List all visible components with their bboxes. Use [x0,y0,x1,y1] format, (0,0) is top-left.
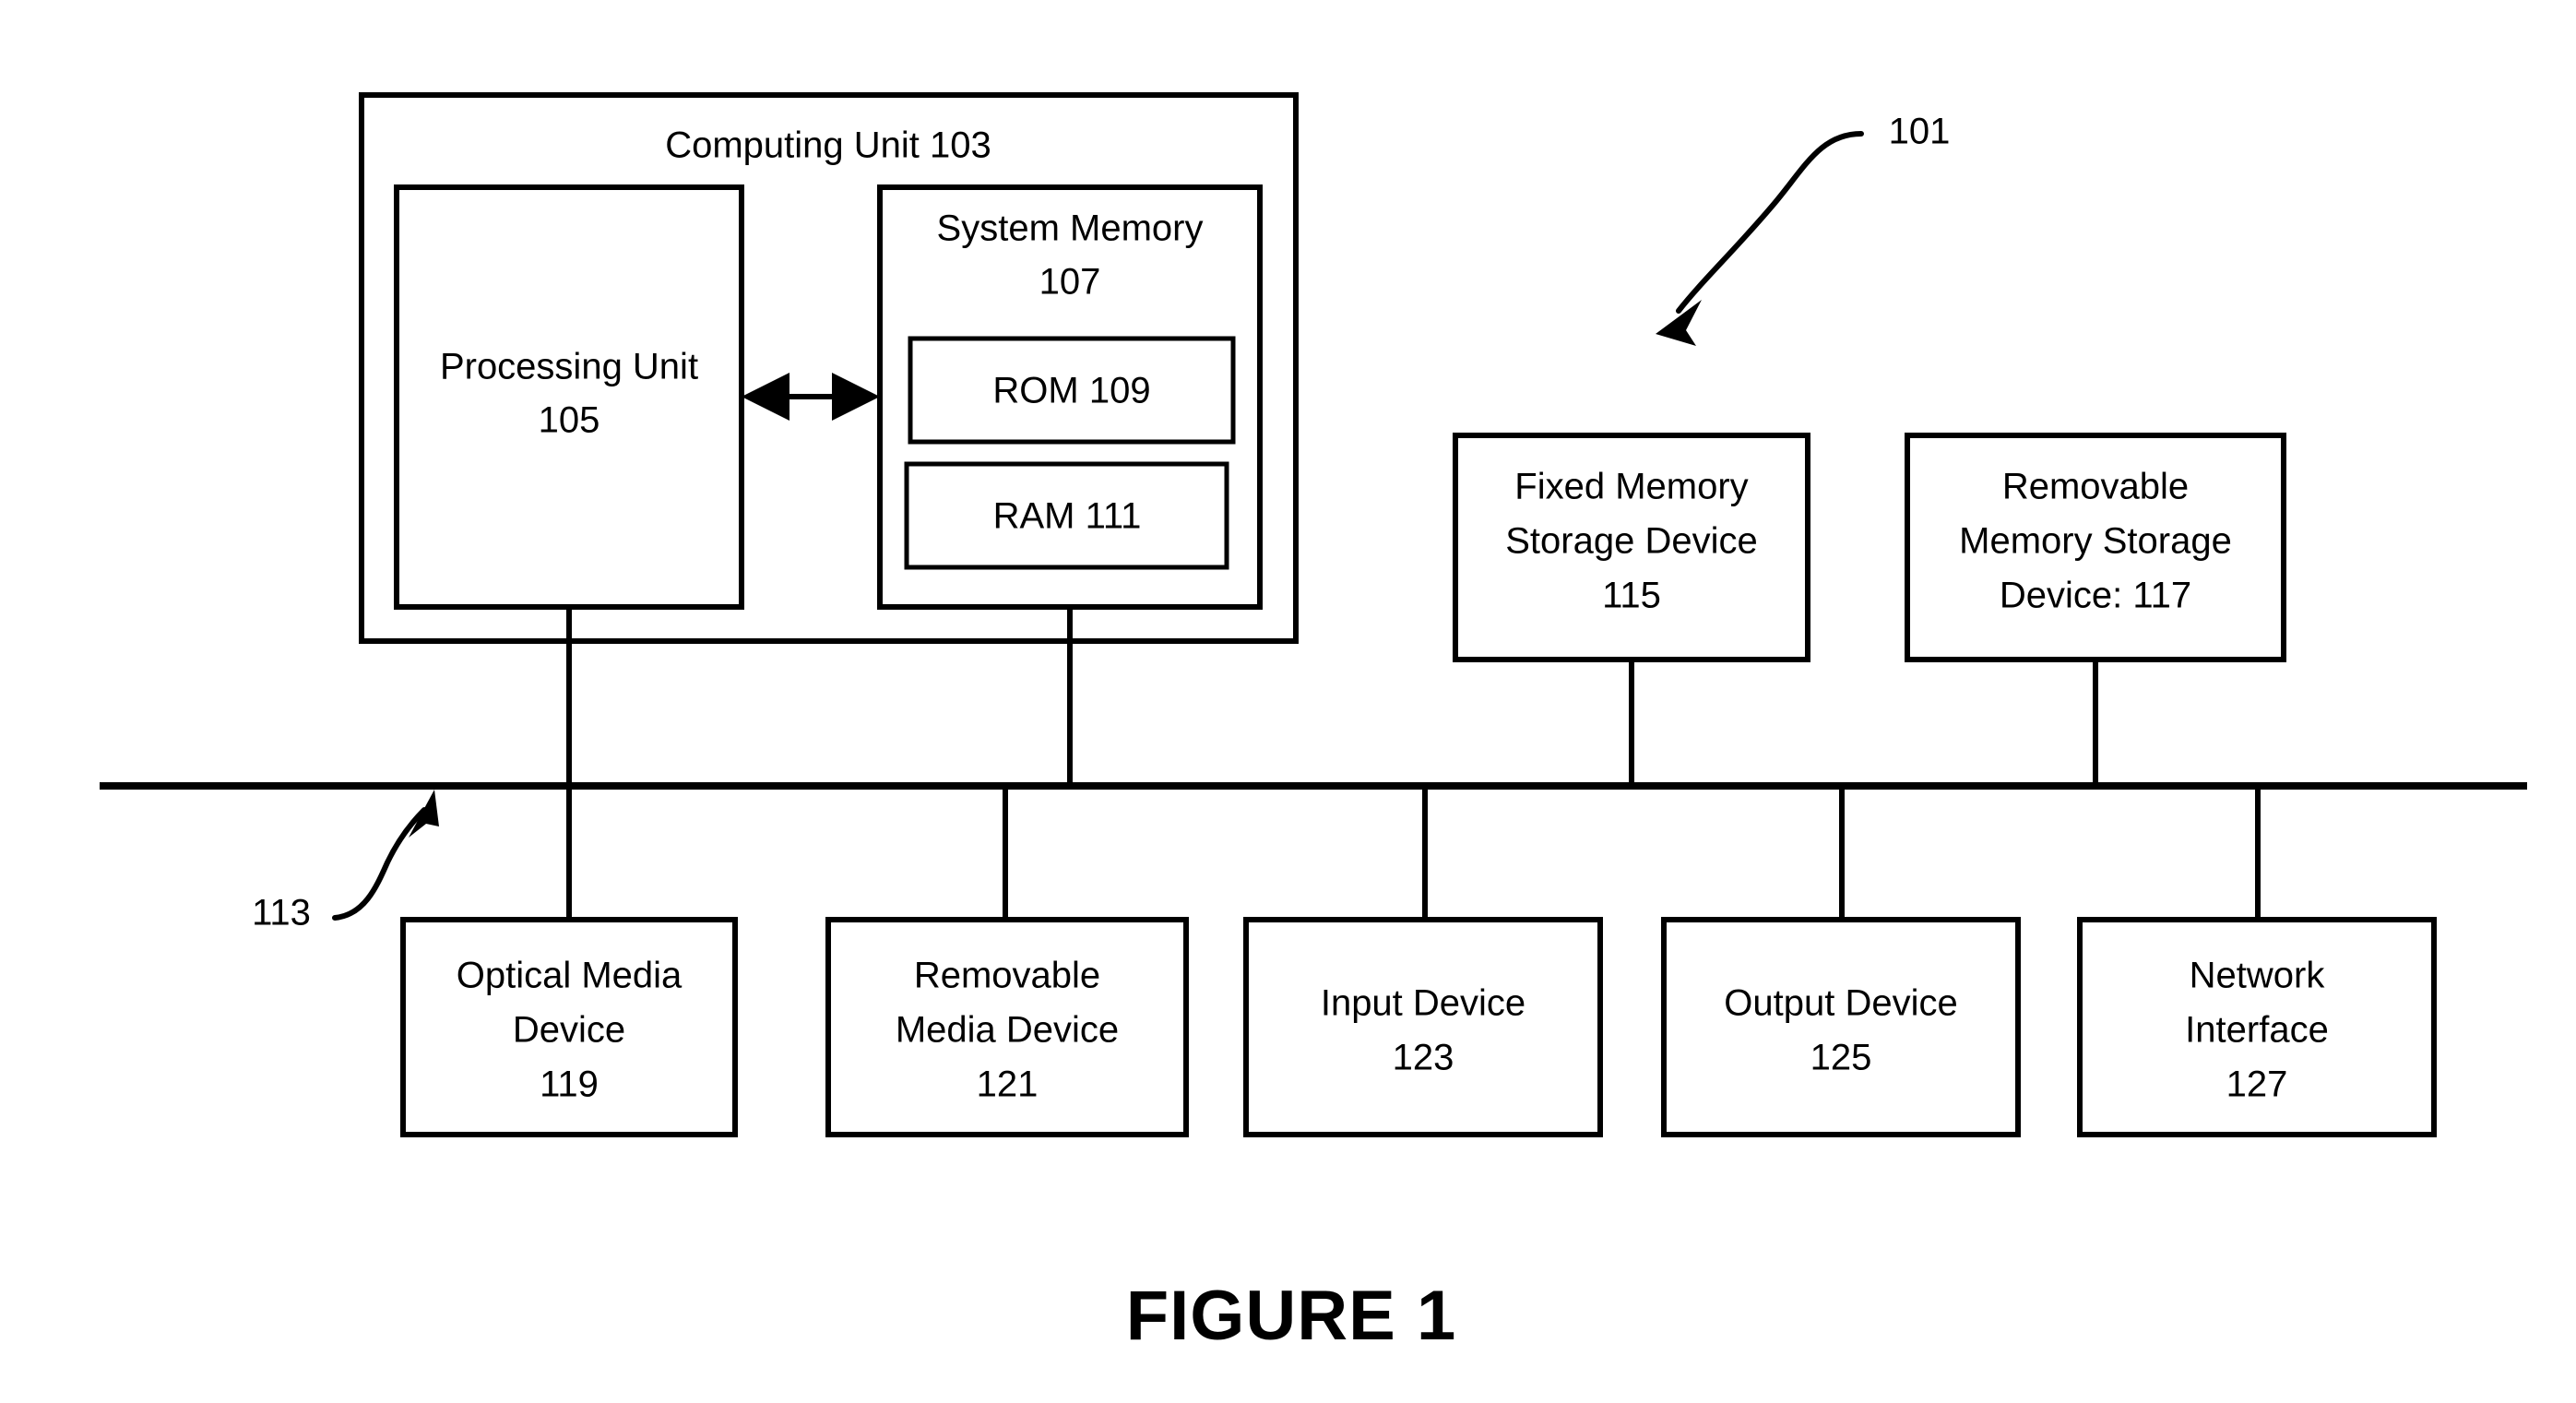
input-device-box: Input Device 123 [1243,917,1603,1137]
removable-media-device-line2: Media Device [896,1010,1119,1051]
network-interface-line1: Network [2190,956,2326,996]
removable-memory-storage-device-line2: Memory Storage [1959,521,2232,562]
output-device-box: Output Device 125 [1661,917,2021,1137]
rom-label: ROM 109 [992,371,1150,411]
figure-caption: FIGURE 1 [1126,1277,1457,1355]
callout-101-curve [1676,131,1864,314]
callout-113-curve [332,807,427,921]
optical-media-device-line3: 119 [540,1064,599,1105]
network-interface-line2: Interface [2185,1010,2329,1051]
system-memory-box: System Memory 107 ROM 109 RAM 111 [877,184,1263,610]
input-device-rect [1243,917,1603,1137]
input-device-line1: Input Device [1321,983,1525,1024]
bus-callout-113: 113 [252,790,439,933]
output-device-line1: Output Device [1724,983,1957,1024]
fixed-memory-storage-device-line1: Fixed Memory [1514,467,1748,507]
fixed-memory-storage-device-line3: 115 [1602,576,1661,616]
callout-113-arrowhead [409,790,439,838]
system-callout-101: 101 [1656,112,1950,346]
fixed-memory-storage-device-box: Fixed Memory Storage Device 115 [1453,433,1810,662]
input-device-line2: 123 [1393,1038,1454,1078]
ram-label: RAM 111 [993,496,1142,537]
optical-media-device-line1: Optical Media [457,956,683,996]
network-interface-line3: 127 [2226,1064,2288,1105]
processing-unit-rect [394,184,744,610]
system-ref-label: 101 [1889,112,1951,152]
removable-media-device-line3: 121 [977,1064,1039,1105]
output-device-line2: 125 [1810,1038,1872,1078]
figure-canvas: Computing Unit 103 Processing Unit 105 S… [0,0,2576,1403]
fixed-memory-storage-device-line2: Storage Device [1505,521,1757,562]
processing-unit-label-line1: Processing Unit [440,347,698,387]
removable-media-device-line1: Removable [914,956,1100,996]
block-diagram: Computing Unit 103 Processing Unit 105 S… [100,92,2527,1355]
bus-connectors-lower [566,786,2261,920]
processing-unit-box: Processing Unit 105 [394,184,744,610]
output-device-rect [1661,917,2021,1137]
system-memory-label-line1: System Memory [937,208,1204,249]
optical-media-device-line2: Device [513,1010,625,1051]
removable-memory-storage-device-line1: Removable [2002,467,2189,507]
processing-unit-label-line2: 105 [539,400,600,441]
removable-media-device-box: Removable Media Device 121 [825,917,1189,1137]
computing-unit-title: Computing Unit 103 [665,125,991,166]
system-memory-label-line2: 107 [1039,262,1101,303]
network-interface-box: Network Interface 127 [2077,917,2437,1137]
removable-memory-storage-device-box: Removable Memory Storage Device: 117 [1905,433,2286,662]
removable-memory-storage-device-line3: Device: 117 [2000,576,2191,616]
bus-ref-label: 113 [252,893,311,933]
optical-media-device-box: Optical Media Device 119 [400,917,738,1137]
